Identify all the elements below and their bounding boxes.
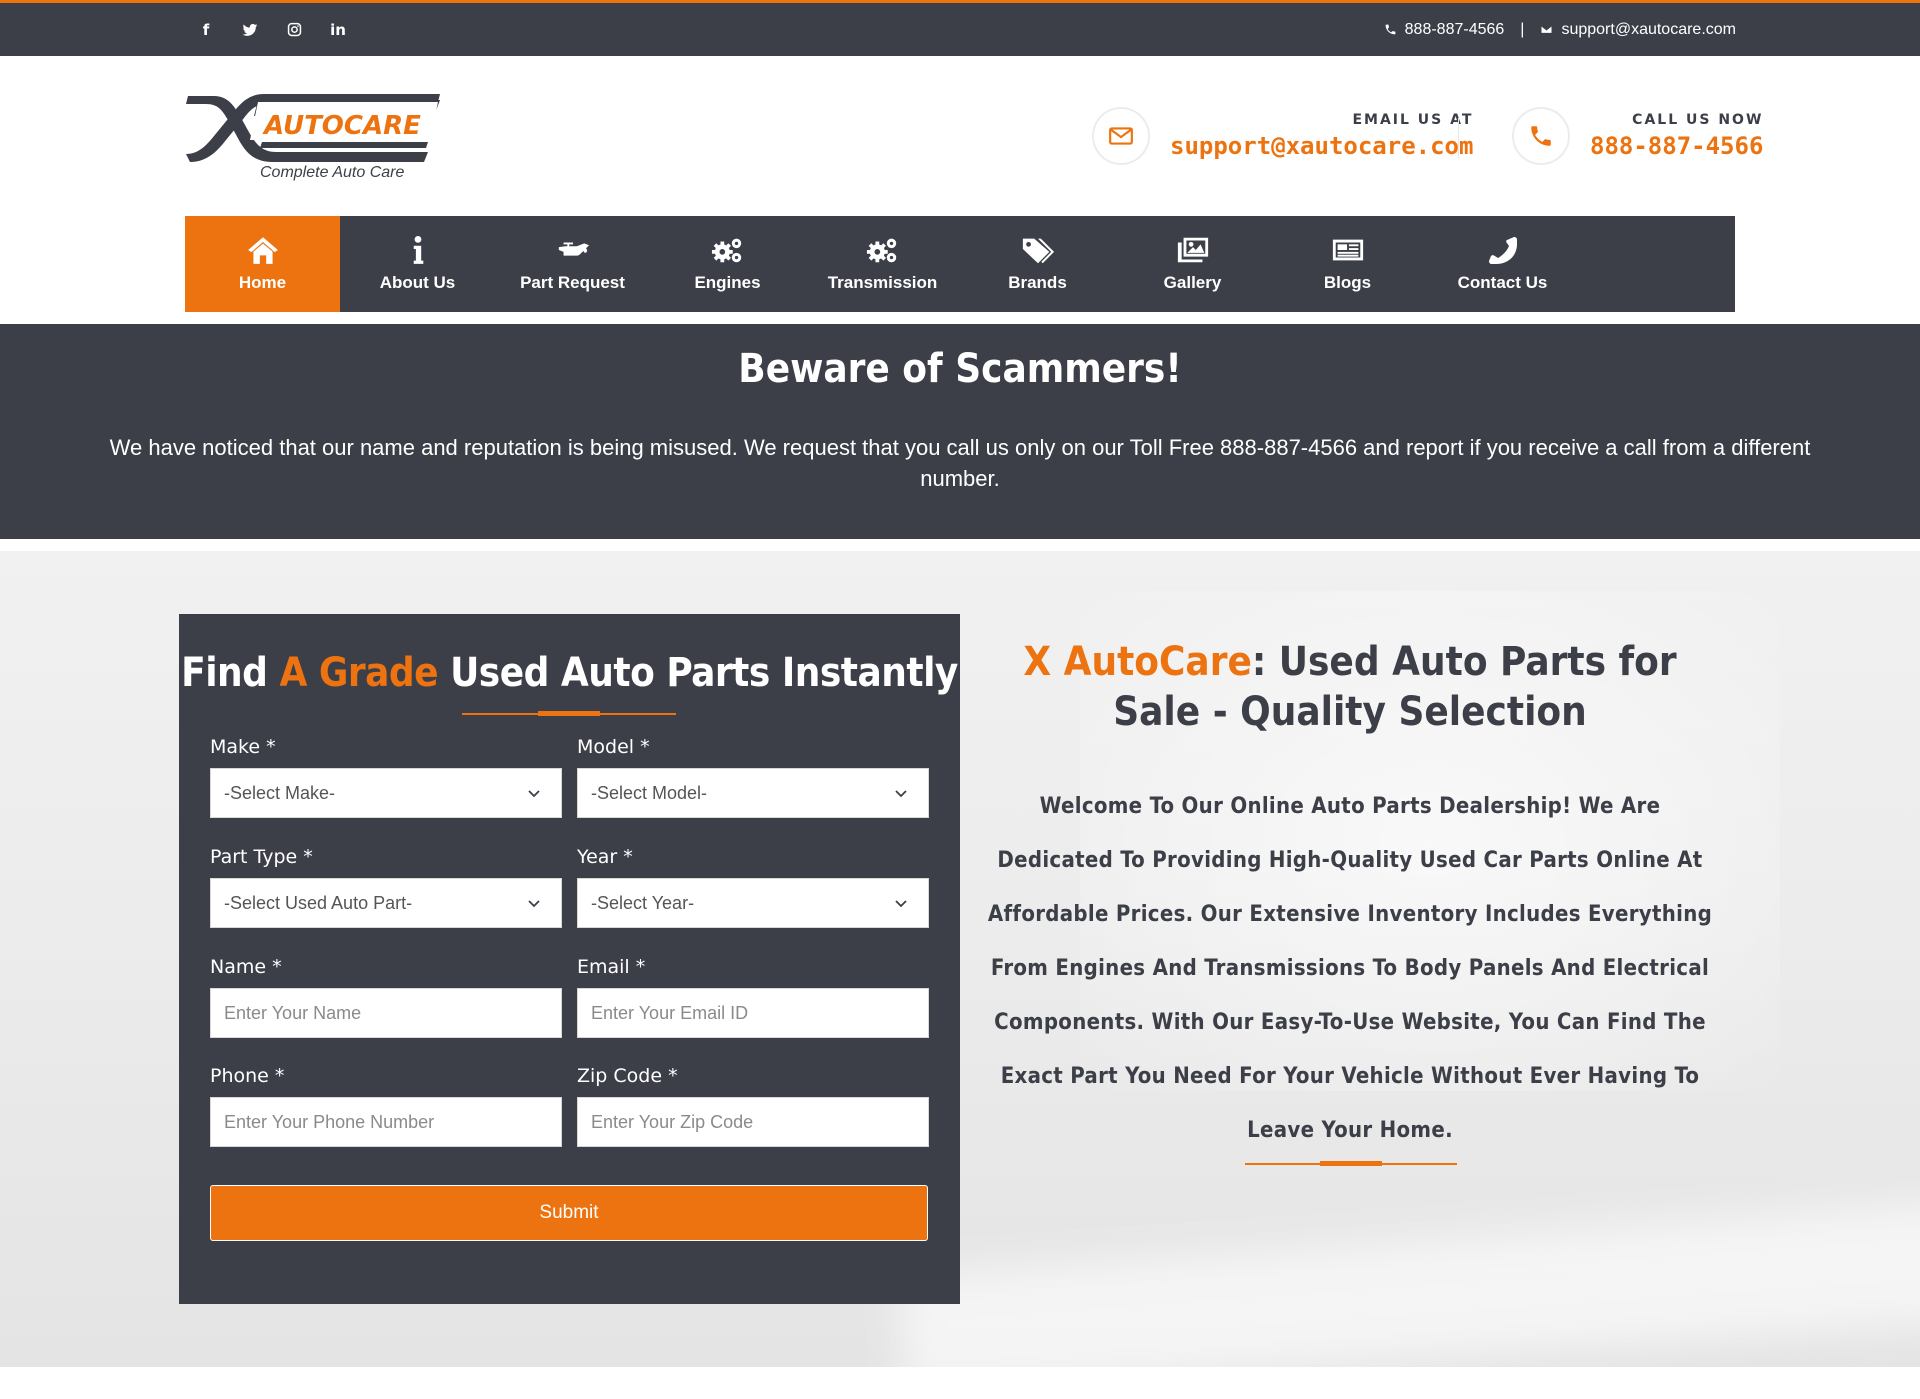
info-icon [413, 235, 423, 264]
about-underline [1245, 1161, 1457, 1166]
year-select[interactable]: -Select Year- [577, 878, 929, 928]
about-title: X AutoCare: Used Auto Parts for Sale - Q… [1023, 639, 1677, 735]
phone-icon [1512, 107, 1570, 165]
site-logo[interactable]: AUTOCARE Complete Auto Care [184, 84, 440, 188]
nav-label: Gallery [1163, 273, 1222, 292]
email-input[interactable]: Enter Your Email ID [577, 988, 929, 1038]
social-links: f in [196, 3, 348, 56]
top-bar: f in 888-887-4566 | support@xautocare.co… [0, 0, 1920, 56]
nav-label: Contact Us [1457, 273, 1548, 292]
hero-background-streak [897, 1185, 1920, 1367]
chevron-down-icon [528, 900, 540, 908]
images-icon [1177, 237, 1208, 263]
nav-label: Home [238, 273, 287, 292]
form-title: Find A Grade Used Auto Parts Instantly [181, 650, 958, 696]
nav-item-part-request[interactable]: Part Request [495, 216, 650, 312]
nav-label: Blogs [1323, 273, 1372, 292]
nav-item-gallery[interactable]: Gallery [1115, 216, 1270, 312]
oil-can-icon [558, 242, 589, 256]
envelope-icon [1092, 107, 1150, 165]
model-select[interactable]: -Select Model- [577, 768, 929, 818]
newspaper-icon [1332, 239, 1363, 261]
phone-input[interactable]: Enter Your Phone Number [210, 1097, 562, 1147]
call-link[interactable]: 888-887-4566 [1590, 132, 1763, 160]
tags-icon [1022, 238, 1054, 264]
title-underline [462, 711, 676, 716]
make-label: Make * [210, 736, 276, 758]
part-type-select[interactable]: -Select Used Auto Part- [210, 878, 562, 928]
top-phone[interactable]: 888-887-4566 [1405, 21, 1505, 39]
nav-label: Part Request [520, 273, 625, 292]
nav-label: Brands [1008, 273, 1067, 292]
year-label: Year * [577, 846, 633, 868]
nav-label: Transmission [827, 273, 938, 292]
email-link[interactable]: support@xautocare.com [1170, 132, 1473, 160]
form-title-accent: A Grade [279, 650, 439, 696]
call-contact-block: CALL US NOW 888-887-4566 [1512, 106, 1763, 166]
logo-tagline: Complete Auto Care [260, 164, 405, 181]
nav-item-transmission[interactable]: Transmission [805, 216, 960, 312]
cogs-icon [866, 238, 896, 263]
nav-item-home[interactable]: Home [185, 216, 340, 312]
logo-text: AUTOCARE [262, 111, 421, 141]
chevron-down-icon [895, 900, 907, 908]
nav-item-brands[interactable]: Brands [960, 216, 1115, 312]
logo-mark: AUTOCARE [186, 94, 440, 162]
instagram-icon[interactable] [284, 20, 304, 40]
name-label: Name * [210, 956, 282, 978]
submit-button[interactable]: Submit [210, 1185, 928, 1241]
nav-label: Engines [694, 273, 761, 292]
about-body: Welcome To Our Online Auto Parts Dealers… [987, 794, 1713, 1143]
nav-item-blogs[interactable]: Blogs [1270, 216, 1425, 312]
zip-label: Zip Code * [577, 1065, 678, 1087]
facebook-icon[interactable]: f [196, 20, 216, 40]
scam-warning-banner: Beware of Scammers! We have noticed that… [0, 324, 1920, 539]
email-label: EMAIL US AT [1352, 112, 1474, 128]
scam-message: We have noticed that our name and reputa… [109, 435, 1811, 491]
top-separator: | [1520, 20, 1525, 38]
linkedin-icon[interactable]: in [328, 20, 348, 40]
nav-item-about-us[interactable]: About Us [340, 216, 495, 312]
cogs-icon [711, 238, 741, 263]
email-contact-block: EMAIL US AT support@xautocare.com [1092, 106, 1473, 166]
name-input[interactable]: Enter Your Name [210, 988, 562, 1038]
twitter-icon[interactable] [240, 20, 260, 40]
part-search-form: Find A Grade Used Auto Parts Instantly M… [179, 614, 960, 1304]
nav-item-engines[interactable]: Engines [650, 216, 805, 312]
make-select[interactable]: -Select Make- [210, 768, 562, 818]
email-label: Email * [577, 956, 646, 978]
phone-icon [1385, 24, 1396, 35]
phone-label: Phone * [210, 1065, 285, 1087]
phone-icon [1488, 237, 1517, 264]
envelope-icon [1541, 25, 1553, 34]
chevron-down-icon [528, 790, 540, 798]
about-title-accent: X AutoCare [1023, 639, 1252, 685]
chevron-down-icon [895, 790, 907, 798]
main-nav: Home About Us Part Request Engines Trans… [185, 216, 1735, 312]
home-icon [247, 237, 278, 264]
call-label: CALL US NOW [1632, 112, 1764, 128]
nav-item-contact-us[interactable]: Contact Us [1425, 216, 1580, 312]
header-divider [1458, 118, 1459, 158]
zip-input[interactable]: Enter Your Zip Code [577, 1097, 929, 1147]
model-label: Model * [577, 736, 650, 758]
part-type-label: Part Type * [210, 846, 313, 868]
top-contact: 888-887-4566 | support@xautocare.com [1384, 3, 1736, 56]
nav-label: About Us [379, 273, 456, 292]
top-email[interactable]: support@xautocare.com [1561, 21, 1736, 39]
scam-title: Beware of Scammers! [738, 346, 1182, 392]
